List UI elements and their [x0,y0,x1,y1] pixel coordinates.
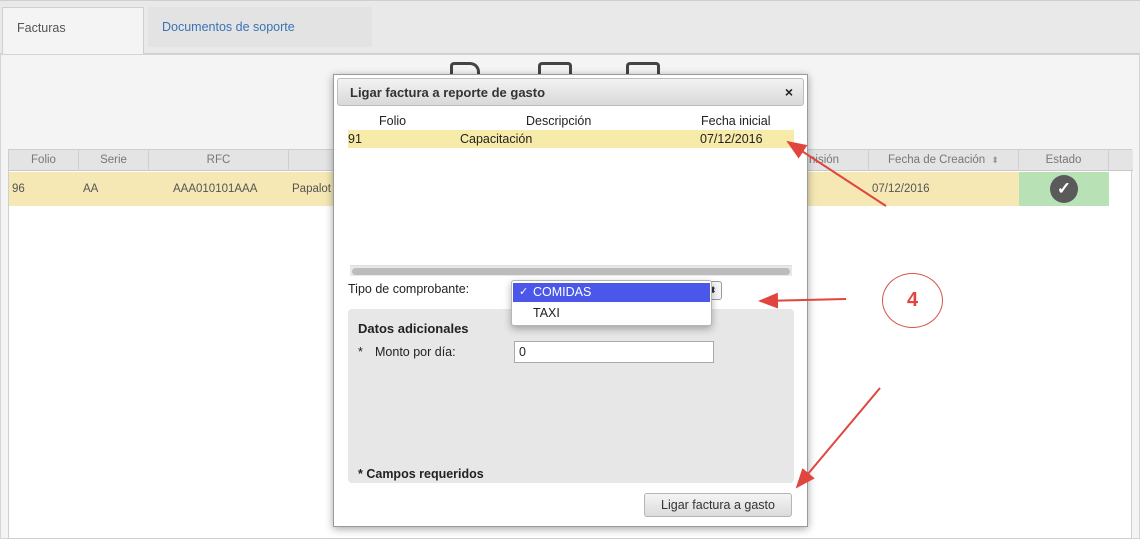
cell-fecha-creacion: 07/12/2016 [872,183,930,195]
cell-estado: ✓ [1019,172,1109,206]
header-estado[interactable]: Estado [1019,150,1109,171]
monto-por-dia-input[interactable]: 0 [514,341,714,363]
list-header-fecha: Fecha inicial [701,114,771,128]
header-emision[interactable]: nisión [809,150,869,171]
header-rfc[interactable]: RFC [149,150,289,171]
link-invoice-modal: Ligar factura a reporte de gasto × Folio… [333,74,808,527]
list-item[interactable]: 91 Capacitación 07/12/2016 [348,130,794,148]
step-marker: 4 [882,273,943,328]
tipo-comprobante-dropdown: ✓ COMIDAS TAXI [511,280,712,326]
required-star: * [358,345,363,359]
dropdown-option-taxi[interactable]: TAXI [513,304,710,323]
check-icon: ✓ [1050,175,1078,203]
campos-requeridos-note: * Campos requeridos [358,467,484,481]
tipo-comprobante-label: Tipo de comprobante: [348,282,470,296]
checkmark-icon: ✓ [519,286,529,298]
header-nombre[interactable] [289,150,339,171]
datos-adicionales-panel: Datos adicionales * Monto por día: 0 * C… [348,309,794,483]
list-item-fecha: 07/12/2016 [700,132,763,146]
scrollbar-thumb[interactable] [352,268,790,275]
list-item-folio: 91 [348,132,362,146]
list-item-descripcion: Capacitación [460,132,533,146]
horizontal-scrollbar[interactable] [350,265,792,276]
list-header-descripcion: Descripción [526,114,592,128]
ligar-factura-button[interactable]: Ligar factura a gasto [644,493,792,517]
expense-report-list: Folio Descripción Fecha inicial 91 Capac… [348,111,794,267]
cell-serie: AA [83,183,99,195]
header-fecha-creacion-label: Fecha de Creación [888,154,986,166]
datos-adicionales-title: Datos adicionales [358,321,469,336]
dropdown-option-comidas-label: COMIDAS [533,285,592,299]
tabs-bar: Facturas Disponibles Documentos de sopor… [0,0,1140,75]
monto-por-dia-label: Monto por día: [375,345,456,359]
header-folio[interactable]: Folio [9,150,79,171]
sort-icon[interactable]: ⬍ [991,155,999,165]
tab-documentos-soporte[interactable]: Documentos de soporte Disponibles [148,7,372,74]
dropdown-option-comidas[interactable]: ✓ COMIDAS [513,283,710,302]
close-icon[interactable]: × [785,79,793,106]
tab-facturas-disponibles[interactable]: Facturas Disponibles [2,7,144,75]
header-serie[interactable]: Serie [79,150,149,171]
dropdown-option-taxi-label: TAXI [533,306,560,320]
list-header-folio: Folio [379,114,407,128]
modal-title-bar: Ligar factura a reporte de gasto × [337,78,804,106]
header-fecha-creacion[interactable]: Fecha de Creación ⬍ [869,150,1019,171]
cell-rfc: AAA010101AAA [173,183,258,195]
cell-nombre: Papalot [292,183,332,195]
cell-folio: 96 [12,183,25,195]
modal-title: Ligar factura a reporte de gasto [350,85,546,100]
